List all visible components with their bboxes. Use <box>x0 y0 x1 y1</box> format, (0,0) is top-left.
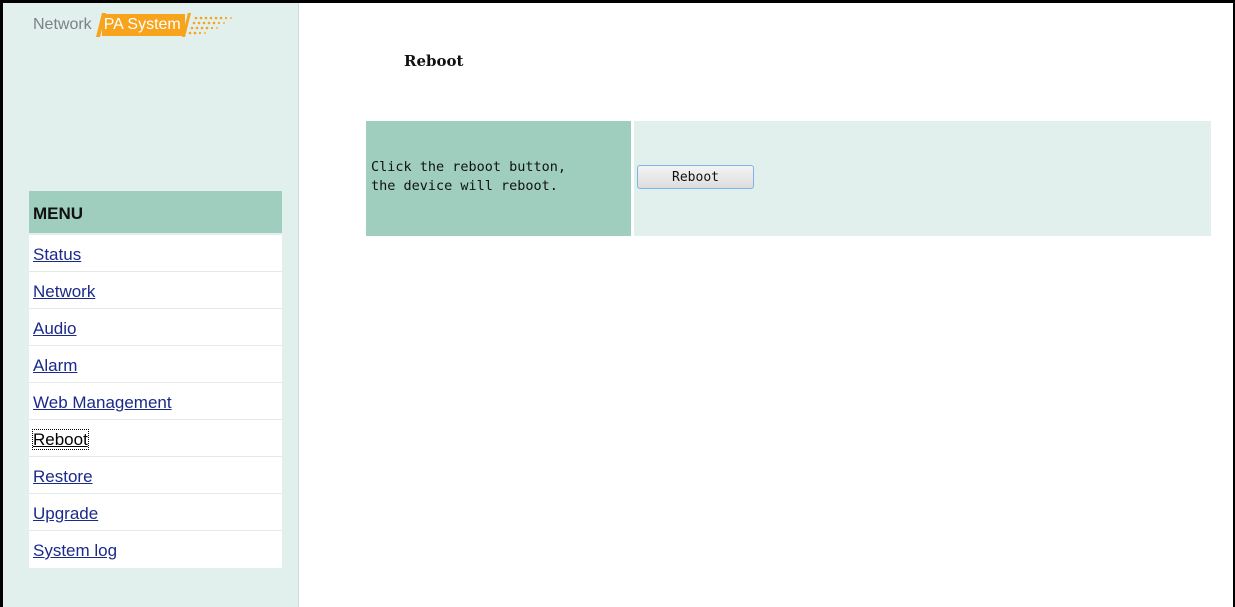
menu-item-audio: Audio <box>29 309 282 346</box>
menu-header: MENU <box>29 191 282 233</box>
logo: Network PA System <box>33 12 242 38</box>
menu-item-reboot: Reboot <box>29 420 282 457</box>
menu-link-audio[interactable]: Audio <box>33 319 76 338</box>
sidebar: Network PA System MENU Status Network Au… <box>3 3 299 607</box>
menu-item-system-log: System log <box>29 531 282 568</box>
menu-item-network: Network <box>29 272 282 309</box>
reboot-description-line-2: the device will reboot. <box>371 178 558 194</box>
menu-item-restore: Restore <box>29 457 282 494</box>
menu-link-reboot[interactable]: Reboot <box>32 429 89 450</box>
reboot-button[interactable]: Reboot <box>637 165 754 189</box>
reboot-panel: Click the reboot button, the device will… <box>366 121 1211 236</box>
menu-link-web-management[interactable]: Web Management <box>33 393 172 412</box>
menu-item-status: Status <box>29 235 282 272</box>
menu-item-web-management: Web Management <box>29 383 282 420</box>
menu-link-restore[interactable]: Restore <box>33 467 93 486</box>
menu-link-system-log[interactable]: System log <box>33 541 117 560</box>
menu-list: Status Network Audio Alarm Web Managemen… <box>29 235 282 568</box>
menu-item-upgrade: Upgrade <box>29 494 282 531</box>
reboot-description-line-1: Click the reboot button, <box>371 159 567 175</box>
menu-link-alarm[interactable]: Alarm <box>33 356 77 375</box>
logo-dots-icon <box>181 13 232 37</box>
reboot-action-cell: Reboot <box>631 121 1211 236</box>
logo-network-text: Network <box>33 16 92 33</box>
menu-link-upgrade[interactable]: Upgrade <box>33 504 98 523</box>
menu-item-alarm: Alarm <box>29 346 282 383</box>
page-title: Reboot <box>404 52 464 70</box>
logo-pa-system-text: PA System <box>101 14 185 36</box>
reboot-description: Click the reboot button, the device will… <box>366 121 631 236</box>
menu-link-status[interactable]: Status <box>33 245 81 264</box>
menu-link-network[interactable]: Network <box>33 282 95 301</box>
